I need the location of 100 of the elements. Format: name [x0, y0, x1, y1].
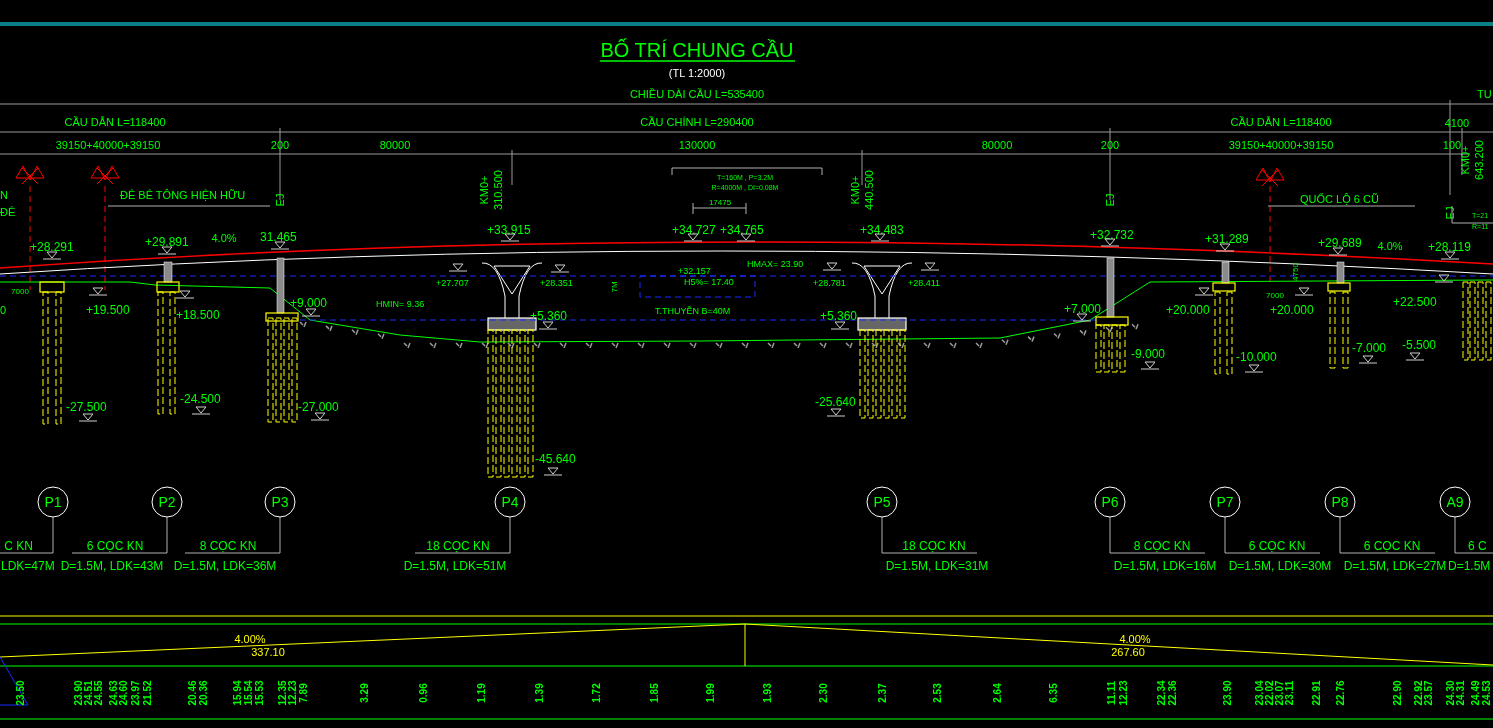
pier-tag: A9 — [1439, 486, 1471, 518]
pile-cap — [1212, 282, 1236, 292]
pile-spec-label: D=1.5M — [1448, 559, 1491, 573]
pier-tag: P2 — [151, 486, 183, 518]
ground-level-value: 1.99 — [705, 683, 716, 703]
elevation-label: +28.781 — [813, 278, 846, 288]
elevation-label: -27.000 — [298, 400, 339, 414]
elevation-label: +19.500 — [86, 303, 130, 317]
pile-count-label: C KN — [4, 539, 33, 553]
ground-level-value: 22.90 — [1392, 680, 1403, 706]
elevation-label: -25.640 — [815, 395, 856, 409]
level-marker-icon — [175, 290, 195, 299]
dimension-label: TU — [1477, 88, 1492, 100]
elevation-label: -5.500 — [1402, 338, 1437, 352]
elevation-label: +5.360 — [530, 309, 568, 323]
ground-level-value: 1.19 — [476, 683, 487, 703]
ground-level-value: 22.92 — [1413, 680, 1424, 706]
note-label: 7000 — [1266, 291, 1284, 300]
note-label: T.THUYỀN B=40M — [655, 306, 731, 316]
ground-level-value: 23.57 — [1423, 680, 1434, 706]
ground-level-value: 6.35 — [1048, 683, 1059, 703]
pier-column — [1106, 257, 1115, 318]
station-label: 310.500 — [492, 170, 504, 210]
dimension-label: CẦU DẪN L=118400 — [64, 116, 166, 128]
axis-symbol-icon — [15, 165, 45, 185]
ground-level-value: 22.02 — [1264, 680, 1275, 706]
level-marker-icon — [310, 412, 330, 421]
pile-count-label: 6 CỌC KN — [1363, 539, 1421, 553]
elevation-label: -9.000 — [1131, 347, 1166, 361]
dimension-label: 80000 — [981, 139, 1013, 151]
pile-cap — [1095, 316, 1129, 326]
ground-level-value: 22.36 — [1167, 680, 1178, 706]
pile-spec-label: D=1.5M, LDK=30M — [1228, 559, 1332, 573]
note-label: 17475 — [708, 198, 732, 207]
note-label: 0 — [0, 304, 7, 316]
level-marker-icon — [543, 467, 563, 476]
ground-level-value: 2.30 — [818, 683, 829, 703]
ground-level-value: 21.52 — [142, 680, 153, 706]
axis-symbol-icon — [90, 165, 120, 185]
length-label: 337.10 — [251, 646, 285, 658]
pile-spec-label: D=1.5M, LDK=16M — [1113, 559, 1217, 573]
level-marker-icon — [1328, 247, 1348, 256]
pier-column — [276, 257, 285, 314]
elevation-label: +5.360 — [820, 309, 858, 323]
pile-spec-label: D=1.5M, LDK=51M — [403, 559, 507, 573]
pile-count-label: 6 C — [1468, 539, 1487, 553]
note-label: ĐÊ BÊ TÔNG HIỆN HỮU — [120, 189, 246, 201]
note-label: 4.0% — [1377, 240, 1403, 252]
joint-label: EJ — [1444, 206, 1456, 220]
note-label: HMIN= 9.36 — [376, 299, 425, 309]
ground-level-value: 22.76 — [1335, 680, 1346, 706]
level-marker-icon — [870, 233, 890, 242]
pile-count-label: 8 CỌC KN — [199, 539, 257, 553]
elevation-label: +28.351 — [540, 278, 573, 288]
pier-tag: P5 — [866, 486, 898, 518]
axis-symbol-icon — [1255, 167, 1285, 187]
ground-level-value: 12.23 — [1118, 680, 1129, 706]
drawing-title: BỐ TRÍ CHUNG CẦU — [600, 39, 794, 61]
pile-count-label: 8 CỌC KN — [1133, 539, 1191, 553]
dimension-label: 200 — [270, 139, 290, 151]
pile-spec-label: D=1.5M, LDK=36M — [173, 559, 277, 573]
level-marker-icon — [683, 233, 703, 242]
level-marker-icon — [538, 321, 558, 330]
elevation-label: +20.000 — [1166, 303, 1210, 317]
station-label: KM0+ — [849, 175, 861, 205]
elevation-label: 31.465 — [260, 230, 297, 244]
ground-level-value: 15.94 — [232, 680, 243, 706]
level-marker-icon — [1294, 287, 1314, 296]
station-label: 643.200 — [1473, 140, 1485, 180]
elevation-label: +28.119 — [1428, 240, 1471, 254]
elevation-label: +29.891 — [145, 235, 189, 249]
ground-level-value: 12.23 — [287, 680, 298, 706]
pier-column — [1336, 261, 1345, 284]
level-marker-icon — [448, 263, 468, 272]
level-marker-icon — [88, 287, 108, 296]
elevation-label: +34.765 — [720, 223, 764, 237]
pier-tag: P1 — [37, 486, 69, 518]
ground-level-value: 20.36 — [198, 680, 209, 706]
level-marker-icon — [1100, 238, 1120, 247]
dimension-label: 80000 — [379, 139, 411, 151]
dimension-label: 39150+40000+39150 — [1228, 139, 1334, 151]
ground-level-value: 24.55 — [93, 680, 104, 706]
ground-level-value: 24.31 — [1455, 680, 1466, 706]
level-marker-icon — [1440, 251, 1460, 260]
ground-level-value: 15.53 — [254, 680, 265, 706]
leader-line — [0, 516, 54, 554]
note-label: N — [0, 189, 8, 201]
ground-level-value: 12.35 — [277, 680, 288, 706]
level-marker-icon — [920, 262, 940, 271]
elevation-label: -10.000 — [1236, 350, 1277, 364]
pier-tag: P7 — [1209, 486, 1241, 518]
level-marker-icon — [1434, 274, 1454, 283]
ground-level-value: 23.90 — [73, 680, 84, 706]
level-marker-icon — [1358, 355, 1378, 364]
note-label: QUỐC LỘ 6 CŨ — [1300, 193, 1379, 205]
ground-level-value: 24.49 — [1470, 680, 1481, 706]
elevation-label: +27.707 — [436, 278, 469, 288]
elevation-label: -27.500 — [66, 400, 107, 414]
pier-tag: P6 — [1094, 486, 1126, 518]
note-label: 7M — [610, 281, 619, 293]
